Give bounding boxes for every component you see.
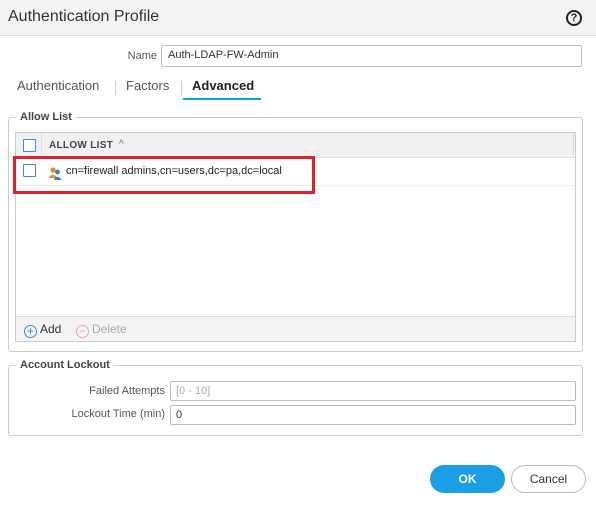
- column-divider: [573, 133, 574, 158]
- tab-authentication[interactable]: Authentication: [17, 78, 99, 93]
- annotation-highlight-box: [13, 156, 315, 194]
- lockout-time-label: Lockout Time (min): [71, 408, 165, 420]
- delete-button: − Delete: [76, 322, 127, 338]
- tab-separator: [181, 81, 182, 95]
- grid-header: ALLOW LIST ^: [16, 133, 575, 158]
- failed-attempts-label: Failed Attempts: [89, 385, 165, 397]
- plus-circle-icon: +: [24, 325, 37, 338]
- column-header-allow-list[interactable]: ALLOW LIST: [49, 140, 113, 151]
- tab-advanced[interactable]: Advanced: [192, 78, 254, 93]
- lockout-time-input[interactable]: 0: [170, 405, 576, 425]
- dialog-title: Authentication Profile: [8, 8, 160, 25]
- failed-attempts-input[interactable]: [0 - 10]: [170, 381, 576, 401]
- delete-button-label: Delete: [92, 322, 127, 336]
- minus-circle-icon: −: [76, 325, 89, 338]
- active-tab-indicator: [183, 98, 261, 100]
- tab-factors[interactable]: Factors: [126, 78, 169, 93]
- sort-ascending-icon[interactable]: ^: [119, 139, 124, 150]
- dialog-titlebar: Authentication Profile ?: [0, 0, 596, 36]
- ok-button[interactable]: OK: [430, 465, 505, 493]
- tab-separator: [115, 81, 116, 95]
- account-lockout-section-title: Account Lockout: [16, 359, 114, 371]
- add-button-label: Add: [40, 322, 62, 336]
- question-circle-icon[interactable]: ?: [566, 10, 582, 26]
- select-all-checkbox[interactable]: [23, 139, 36, 152]
- name-input[interactable]: Auth-LDAP-FW-Admin: [161, 45, 582, 67]
- column-divider: [41, 133, 42, 158]
- add-button[interactable]: + Add: [24, 322, 61, 338]
- name-label: Name: [127, 50, 157, 62]
- grid-toolbar: + Add − Delete: [16, 316, 575, 341]
- allow-list-section-title: Allow List: [16, 111, 76, 123]
- cancel-button[interactable]: Cancel: [511, 465, 586, 493]
